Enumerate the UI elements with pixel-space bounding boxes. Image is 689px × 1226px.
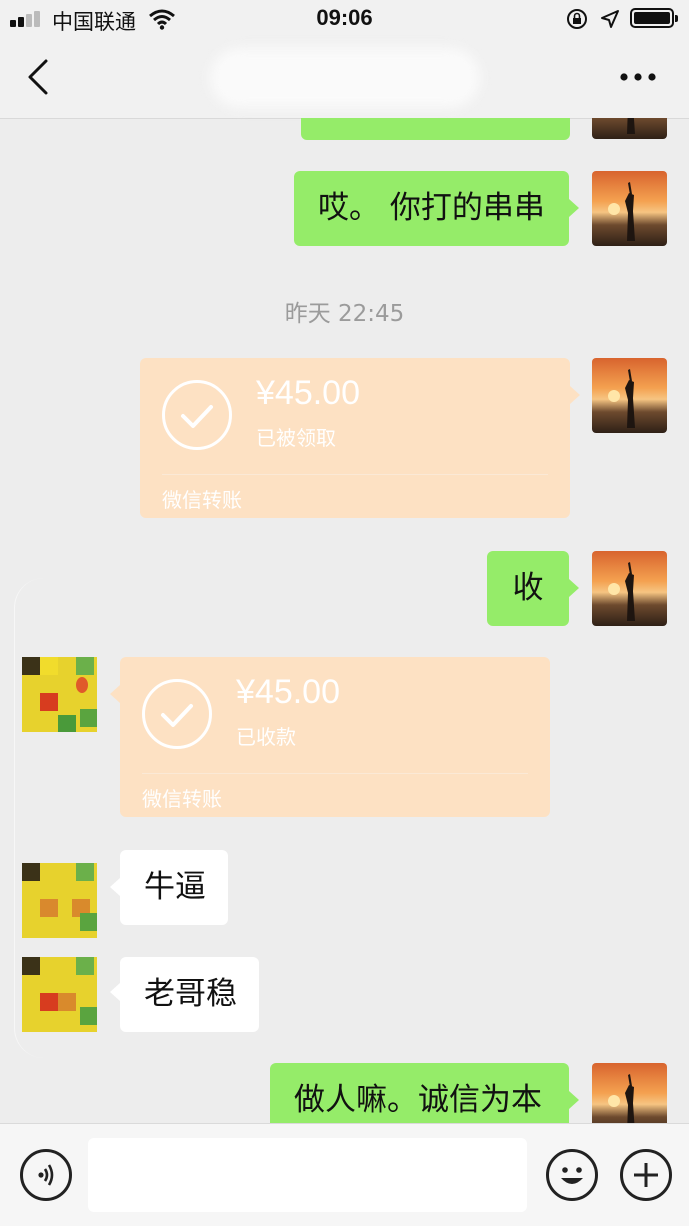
transfer-amount: ¥45.00 bbox=[236, 673, 340, 711]
transfer-card-self[interactable]: ¥45.00 已被领取 微信转账 bbox=[140, 358, 570, 518]
message-bubble-other[interactable]: 老哥稳 bbox=[120, 957, 259, 1032]
message-bubble-self[interactable]: 收 bbox=[487, 551, 569, 626]
plus-icon bbox=[634, 1163, 658, 1187]
status-bar: 中国联通 09:06 bbox=[0, 0, 689, 38]
avatar-self[interactable] bbox=[592, 551, 667, 626]
back-button[interactable] bbox=[26, 58, 50, 96]
chat-title-blurred bbox=[210, 48, 480, 108]
bubble-tail bbox=[110, 983, 120, 1001]
avatar-self[interactable] bbox=[592, 1063, 667, 1123]
battery-icon bbox=[630, 8, 678, 28]
avatar-other[interactable] bbox=[22, 657, 97, 732]
avatar-self[interactable] bbox=[592, 118, 667, 139]
chat-area[interactable]: 哎。 你打的串串 昨天 22:45 ¥45.00 已被领取 微信转账 收 ¥45… bbox=[0, 118, 689, 1123]
input-bar bbox=[0, 1123, 689, 1226]
message-bubble-self[interactable]: 哎。 你打的串串 bbox=[294, 171, 569, 246]
bubble-tail bbox=[569, 579, 579, 597]
bubble-tail bbox=[110, 878, 120, 896]
message-bubble-self[interactable]: 做人嘛。诚信为本 bbox=[270, 1063, 569, 1123]
avatar-self[interactable] bbox=[592, 358, 667, 433]
message-input[interactable] bbox=[88, 1138, 527, 1212]
more-dots-icon bbox=[620, 73, 656, 81]
voice-icon bbox=[38, 1164, 54, 1186]
bubble-tail bbox=[569, 1091, 579, 1109]
bubble-tail bbox=[570, 386, 580, 404]
message-bubble-other[interactable]: 牛逼 bbox=[120, 850, 228, 925]
avatar-self[interactable] bbox=[592, 171, 667, 246]
emoji-icon bbox=[561, 1167, 583, 1184]
transfer-card-other[interactable]: ¥45.00 已收款 微信转账 bbox=[120, 657, 550, 817]
transfer-label: 微信转账 bbox=[162, 488, 242, 512]
divider bbox=[162, 474, 548, 475]
nav-bar bbox=[0, 38, 689, 119]
check-circle-icon bbox=[162, 380, 232, 450]
bubble-tail bbox=[569, 199, 579, 217]
message-timestamp: 昨天 22:45 bbox=[284, 301, 405, 327]
transfer-amount: ¥45.00 bbox=[256, 374, 360, 412]
check-circle-icon bbox=[142, 679, 212, 749]
voice-button[interactable] bbox=[20, 1149, 72, 1201]
transfer-status: 已被领取 bbox=[256, 426, 336, 450]
bubble-tail bbox=[110, 685, 120, 703]
divider bbox=[142, 773, 528, 774]
avatar-other[interactable] bbox=[22, 957, 97, 1032]
location-icon bbox=[601, 10, 619, 28]
rotation-lock-icon bbox=[567, 9, 587, 29]
transfer-status: 已收款 bbox=[236, 725, 296, 749]
avatar-other[interactable] bbox=[22, 863, 97, 938]
transfer-label: 微信转账 bbox=[142, 787, 222, 811]
message-bubble-partial[interactable] bbox=[301, 118, 570, 140]
emoji-button[interactable] bbox=[546, 1149, 598, 1201]
more-button[interactable] bbox=[614, 64, 664, 90]
more-functions-button[interactable] bbox=[620, 1149, 672, 1201]
